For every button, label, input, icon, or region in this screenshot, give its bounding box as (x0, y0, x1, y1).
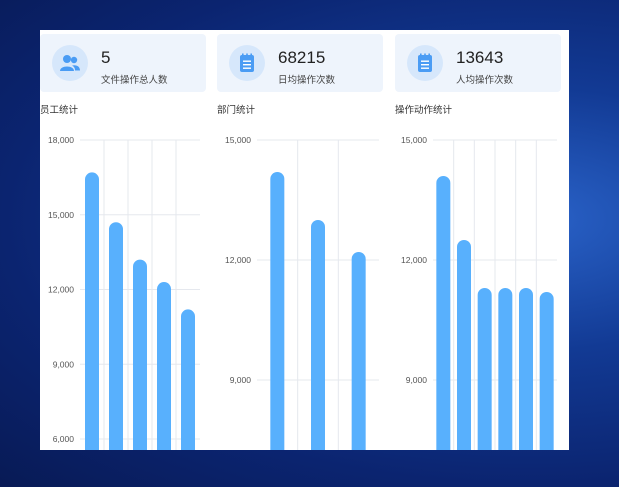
notepad-icon (407, 45, 443, 81)
action-bar[interactable] (457, 240, 471, 450)
per-user-ops-label: 人均操作次数 (456, 75, 514, 86)
stat-card-per-user-ops: 13643 人均操作次数 (395, 34, 561, 92)
employee-y-tick-label: 9,000 (53, 359, 75, 369)
daily-ops-label: 日均操作次数 (278, 75, 336, 86)
department-y-tick-label: 9,000 (230, 375, 252, 385)
employee-y-tick-label: 12,000 (48, 285, 74, 295)
employee-bar[interactable] (181, 309, 195, 450)
action-y-tick-label: 9,000 (406, 375, 428, 385)
notepad-icon (229, 45, 265, 81)
stat-card-daily-ops: 68215 日均操作次数 (217, 34, 383, 92)
employee-y-tick-label: 6,000 (53, 434, 75, 444)
employee-bar[interactable] (85, 172, 99, 450)
department-y-tick-label: 15,000 (225, 135, 251, 145)
action-bar[interactable] (519, 288, 533, 450)
employee-chart-title: 员工统计 (40, 105, 79, 116)
department-chart-title: 部门统计 (217, 105, 256, 116)
users-icon (52, 45, 88, 81)
department-bar[interactable] (351, 252, 366, 450)
action-y-tick-label: 12,000 (401, 255, 427, 265)
total-users-label: 文件操作总人数 (101, 75, 168, 86)
employee-bar[interactable] (109, 222, 123, 450)
department-bar[interactable] (270, 172, 285, 450)
daily-ops-value: 68215 (278, 48, 326, 67)
total-users-value: 5 (101, 48, 111, 67)
employee-bar[interactable] (133, 259, 147, 450)
action-bar[interactable] (436, 176, 451, 450)
department-y-tick-label: 12,000 (225, 255, 251, 265)
employee-y-tick-label: 15,000 (48, 210, 74, 220)
action-bar[interactable] (477, 288, 492, 450)
per-user-ops-value: 13643 (456, 48, 504, 67)
employee-y-tick-label: 18,000 (48, 135, 74, 145)
action-y-tick-label: 15,000 (401, 135, 427, 145)
department-bar-chart: 6,0009,00012,00015,000 (225, 135, 379, 450)
action-bar-chart: 6,0009,00012,00015,000 (401, 135, 557, 450)
action-bar[interactable] (498, 288, 513, 450)
stat-card-total-users: 5 文件操作总人数 (40, 34, 206, 92)
employee-bar[interactable] (157, 282, 171, 450)
department-bar[interactable] (311, 220, 325, 450)
dashboard-panel: 5 文件操作总人数 68215 日均操作次数 13643 人均操作次数 员工统计… (40, 30, 569, 450)
action-bar[interactable] (539, 292, 554, 450)
employee-bar-chart: 6,000 9,000 12,000 15,000 18,000 (48, 135, 200, 450)
action-chart-title: 操作动作统计 (395, 105, 453, 116)
